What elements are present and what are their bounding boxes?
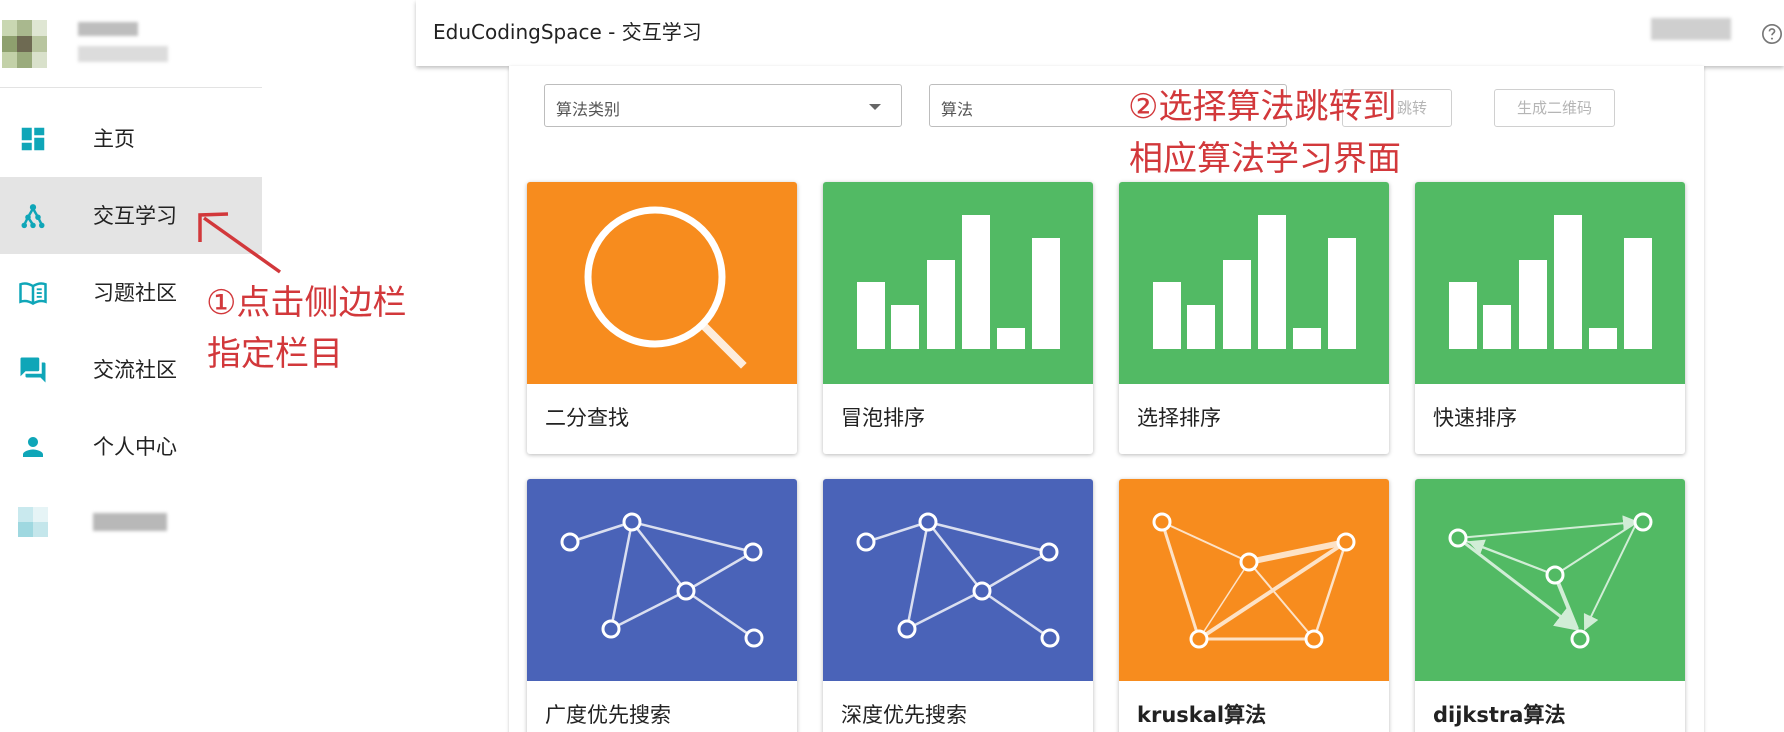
hierarchy-icon	[21, 204, 45, 229]
app-root: 主页 交互学习 习题社区 交流社区 个人中心 EduCodingSpace - …	[0, 0, 1784, 732]
top-app-bar: EduCodingSpace - 交互学习	[416, 0, 1784, 66]
sidebar-item-label: 交流社区	[93, 358, 177, 382]
annotation-step1-line1: ①点击侧边栏	[206, 283, 407, 323]
sidebar-item-label: 交互学习	[93, 204, 177, 228]
app-title: EduCodingSpace - 交互学习	[433, 20, 702, 44]
annotation-step2-line2: 相应算法学习界面	[1129, 139, 1401, 179]
annotation-step1-line2: 指定栏目	[207, 334, 343, 374]
redacted-label	[93, 513, 167, 531]
username-redacted	[78, 22, 138, 36]
algorithm-card-selection-sort[interactable]: 选择排序	[1119, 182, 1389, 454]
user-menu-redacted[interactable]	[1651, 18, 1731, 40]
card-thumbnail	[1119, 182, 1389, 384]
user-subtitle-redacted	[78, 46, 168, 62]
card-thumbnail	[1415, 479, 1685, 681]
book-icon	[19, 282, 47, 306]
bar-chart-icon	[857, 215, 1060, 349]
chevron-down-icon	[869, 104, 881, 110]
annotation-arrow-icon	[198, 212, 282, 274]
card-title: 二分查找	[545, 406, 629, 430]
algorithm-card-dijkstra[interactable]: dijkstra算法	[1415, 479, 1685, 732]
select-value: 算法	[941, 100, 974, 119]
help-icon[interactable]	[1761, 23, 1783, 45]
algorithm-card-quick-sort[interactable]: 快速排序	[1415, 182, 1685, 454]
search-icon	[584, 206, 747, 369]
sidebar-item-home[interactable]: 主页	[0, 100, 262, 177]
select-value: 算法类别	[556, 100, 621, 119]
card-thumbnail	[823, 182, 1093, 384]
card-title: 冒泡排序	[841, 406, 925, 430]
person-icon	[23, 437, 43, 457]
generate-qrcode-button[interactable]: 生成二维码	[1494, 89, 1615, 127]
card-title: 深度优先搜索	[841, 703, 967, 727]
weighted-graph-icon	[1152, 512, 1356, 649]
algorithm-card-bfs[interactable]: 广度优先搜索	[527, 479, 797, 732]
sidebar-item-profile[interactable]: 个人中心	[0, 408, 262, 485]
graph-icon	[856, 512, 1060, 648]
algorithm-card-kruskal[interactable]: kruskal算法	[1119, 479, 1389, 732]
algorithm-card-binary-search[interactable]: 二分查找	[527, 182, 797, 454]
card-title: kruskal算法	[1137, 703, 1267, 727]
redacted-icon	[18, 507, 48, 537]
directed-graph-icon	[1448, 512, 1653, 649]
algorithm-category-select[interactable]: 算法类别	[544, 84, 902, 127]
sidebar-item-redacted[interactable]	[0, 485, 262, 562]
card-title: dijkstra算法	[1433, 703, 1566, 727]
card-thumbnail	[823, 479, 1093, 681]
sidebar-item-label: 主页	[93, 127, 135, 151]
card-title: 快速排序	[1433, 406, 1517, 430]
dashboard-icon	[21, 127, 45, 151]
sidebar-item-label: 个人中心	[93, 435, 177, 459]
forum-icon	[20, 357, 46, 383]
sidebar-item-label: 习题社区	[93, 281, 177, 305]
card-title: 广度优先搜索	[545, 703, 671, 727]
card-thumbnail	[527, 479, 797, 681]
algorithm-card-dfs[interactable]: 深度优先搜索	[823, 479, 1093, 732]
annotation-step2-line1: ②选择算法跳转到	[1128, 87, 1397, 127]
card-thumbnail	[527, 182, 797, 384]
card-thumbnail	[1119, 479, 1389, 681]
user-profile[interactable]	[0, 0, 262, 88]
card-thumbnail	[1415, 182, 1685, 384]
graph-icon	[560, 512, 764, 648]
card-title: 选择排序	[1137, 406, 1221, 430]
bar-chart-icon	[1153, 215, 1356, 349]
avatar	[2, 20, 48, 68]
bar-chart-icon	[1449, 215, 1652, 349]
algorithm-card-bubble-sort[interactable]: 冒泡排序	[823, 182, 1093, 454]
main-content: 算法类别 算法 跳转 生成二维码 二分查找 冒泡排序 选择排序 快速排序 广度优…	[509, 66, 1704, 732]
